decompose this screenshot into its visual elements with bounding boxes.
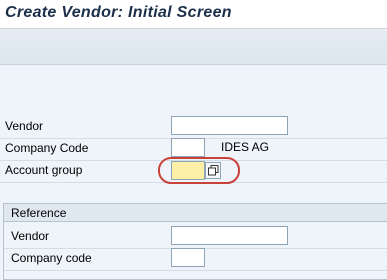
reference-company-code-label: Company code: [11, 251, 92, 265]
application-toolbar: [0, 28, 387, 65]
company-name-text: IDES AG: [221, 140, 270, 154]
page-title: Create Vendor: Initial Screen: [5, 4, 232, 21]
title-bar: Create Vendor: Initial Screen: [0, 0, 387, 28]
company-code-input[interactable]: [171, 138, 205, 157]
vendor-label: Vendor: [5, 119, 44, 133]
reference-title: Reference: [11, 206, 67, 220]
highlight-circle: [158, 157, 240, 184]
reference-vendor-label: Vendor: [11, 229, 50, 243]
vendor-input[interactable]: [171, 116, 288, 135]
reference-vendor-input[interactable]: [171, 226, 288, 245]
account-group-label: Account group: [5, 163, 83, 177]
reference-group-title: Reference: [4, 204, 387, 222]
reference-company-code-input[interactable]: [171, 248, 205, 267]
company-code-label: Company Code: [5, 141, 89, 155]
